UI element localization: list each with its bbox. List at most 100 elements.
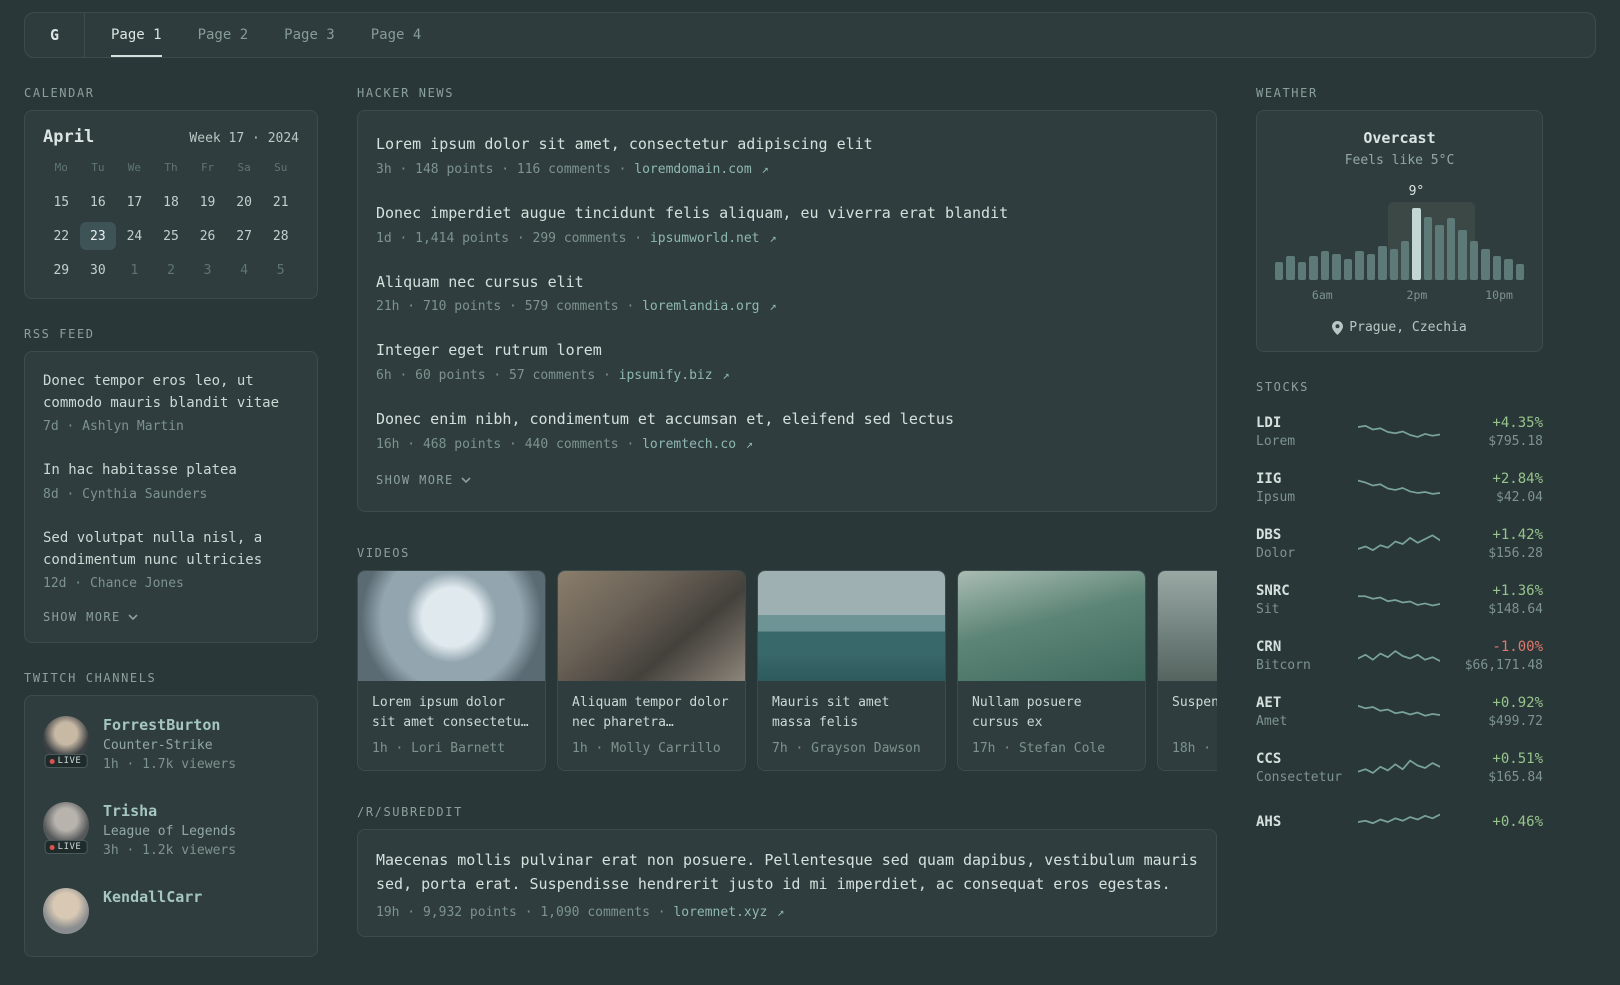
hn-item-title[interactable]: Donec enim nibh, condimentum et accumsan…	[376, 409, 1198, 431]
stock-row[interactable]: IIG Ipsum +2.84% $42.04	[1256, 460, 1543, 516]
stock-change: -1.00%	[1492, 639, 1543, 655]
rss-item-meta: 7d · Ashlyn Martin	[43, 419, 184, 435]
stock-symbol: IIG	[1256, 471, 1282, 487]
stock-symbol: AET	[1256, 695, 1282, 711]
channel-game: Counter-Strike	[103, 738, 213, 754]
hn-item-meta: 6h · 60 points · 57 comments ·	[376, 368, 619, 383]
calendar-date: 2	[167, 262, 175, 278]
stock-row[interactable]: CRN Bitcorn -1.00% $66,171.48	[1256, 628, 1543, 684]
hn-item: Donec enim nibh, condimentum et accumsan…	[376, 396, 1198, 465]
video-thumbnail[interactable]	[758, 570, 945, 681]
calendar-date: 29	[53, 262, 70, 278]
video-card[interactable]: Aliquam tempor dolor nec pharetra… 1h · …	[557, 569, 746, 772]
stock-price: $499.72	[1488, 714, 1543, 729]
stock-name: Dolor	[1256, 546, 1296, 561]
reddit-post-domain-link[interactable]: loremnet.xyz	[673, 905, 767, 920]
stock-sparkline	[1358, 424, 1440, 438]
rss-show-more-button[interactable]: SHOW MORE	[43, 604, 138, 636]
stock-row[interactable]: LDI Lorem +4.35% $795.18	[1256, 404, 1543, 460]
rss-item-title[interactable]: Sed volutpat nulla nisl, a condimentum n…	[43, 528, 299, 571]
video-card[interactable]: Suspendis diam 18h · Tara	[1157, 569, 1217, 772]
channel-name[interactable]: KendallCarr	[103, 888, 202, 906]
hn-item-domain-link[interactable]: ipsumworld.net	[650, 231, 760, 246]
app-logo[interactable]: G	[25, 13, 85, 57]
hn-item-title[interactable]: Aliquam nec cursus elit	[376, 272, 1198, 294]
calendar-date: 19	[199, 194, 216, 210]
video-card[interactable]: Nullam posuere cursus ex 17h · Stefan Co…	[957, 569, 1146, 772]
stocks-widget: STOCKS LDI Lorem +4.35% $795.18 IIG Ipsu…	[1256, 380, 1543, 848]
subreddit-widget-title: /R/SUBREDDIT	[357, 805, 463, 820]
video-meta: 1h · Molly Carrillo	[572, 741, 721, 757]
weekday-label: Tu	[91, 161, 105, 174]
video-thumbnail[interactable]	[558, 570, 745, 681]
video-title[interactable]: Lorem ipsum dolor sit amet consectetu…	[372, 693, 531, 733]
twitch-channel-row[interactable]: LIVE ForrestBurton Counter-Strike 1h · 1…	[43, 702, 299, 788]
stock-change: +1.36%	[1492, 583, 1543, 599]
rss-item: Sed volutpat nulla nisl, a condimentum n…	[43, 515, 299, 604]
video-card[interactable]: Mauris sit amet massa felis 7h · Grayson…	[757, 569, 946, 772]
reddit-post-meta: 19h · 9,932 points · 1,090 comments ·	[376, 905, 674, 921]
videos-row: Lorem ipsum dolor sit amet consectetu… 1…	[357, 569, 1217, 772]
show-more-label: SHOW MORE	[376, 472, 454, 487]
calendar-date: 25	[163, 228, 179, 244]
channel-meta: 1h · 1.7k viewers	[103, 757, 237, 773]
stock-row[interactable]: DBS Dolor +1.42% $156.28	[1256, 516, 1543, 572]
stock-price: $165.84	[1488, 770, 1543, 785]
current-temp-label: 9°	[1408, 184, 1425, 199]
twitch-channel-row[interactable]: KendallCarr	[43, 874, 299, 950]
live-badge: LIVE	[44, 840, 88, 855]
hn-item-domain-link[interactable]: loremdomain.com	[634, 162, 751, 177]
stock-sparkline	[1358, 595, 1440, 607]
hn-item-title[interactable]: Integer eget rutrum lorem	[376, 340, 1198, 362]
hn-item-title[interactable]: Lorem ipsum dolor sit amet, consectetur …	[376, 134, 1198, 156]
video-thumbnail[interactable]	[358, 570, 545, 681]
hn-item-domain-link[interactable]: ipsumify.biz	[619, 368, 713, 383]
video-title[interactable]: Nullam posuere cursus ex	[972, 693, 1131, 733]
weather-bars	[1275, 208, 1524, 280]
stock-sparkline	[1358, 534, 1440, 552]
hn-item-domain-link[interactable]: loremtech.co	[642, 437, 736, 452]
rss-item-title[interactable]: Donec tempor eros leo, ut commodo mauris…	[43, 371, 299, 414]
subreddit-widget: /R/SUBREDDIT Maecenas mollis pulvinar er…	[357, 805, 1217, 938]
hn-item-meta: 21h · 710 points · 579 comments ·	[376, 299, 643, 315]
twitch-channel-row[interactable]: LIVE Trisha League of Legends 3h · 1.2k …	[43, 788, 299, 874]
video-title[interactable]: Aliquam tempor dolor nec pharetra…	[572, 693, 731, 733]
calendar-date: 27	[236, 228, 252, 244]
channel-name[interactable]: ForrestBurton	[103, 716, 236, 734]
stock-row[interactable]: CCS Consectetur +0.51% $165.84	[1256, 740, 1543, 796]
video-card[interactable]: Lorem ipsum dolor sit amet consectetu… 1…	[357, 569, 546, 772]
weather-widget: WEATHER Overcast Feels like 5°C 9° 6am 2…	[1256, 86, 1543, 352]
hn-item-domain-link[interactable]: loremlandia.org	[642, 299, 759, 314]
hn-show-more-button[interactable]: SHOW MORE	[376, 465, 471, 501]
weather-feels-like: Feels like 5°C	[1344, 153, 1455, 168]
tab-page-4[interactable]: Page 4	[371, 13, 422, 57]
weather-time-labels: 6am 2pm 10pm	[1275, 288, 1524, 306]
rss-item-meta: 8d · Cynthia Saunders	[43, 487, 208, 503]
stock-row[interactable]: AHS +0.46%	[1256, 796, 1543, 848]
tab-page-1[interactable]: Page 1	[111, 13, 162, 57]
stock-row[interactable]: AET Amet +0.92% $499.72	[1256, 684, 1543, 740]
external-link-icon: ↗	[777, 905, 785, 920]
video-title[interactable]: Suspendis diam	[1172, 693, 1217, 733]
chevron-down-icon	[461, 477, 471, 483]
stock-name: Bitcorn	[1256, 658, 1311, 673]
hn-item-title[interactable]: Donec imperdiet augue tincidunt felis al…	[376, 203, 1198, 225]
video-title[interactable]: Mauris sit amet massa felis	[772, 693, 931, 733]
video-thumbnail[interactable]	[958, 570, 1145, 681]
stock-row[interactable]: SNRC Sit +1.36% $148.64	[1256, 572, 1543, 628]
weekday-label: We	[127, 161, 142, 174]
tab-page-2[interactable]: Page 2	[198, 13, 249, 57]
calendar-date-selected: 23	[79, 222, 117, 250]
tab-page-3[interactable]: Page 3	[284, 13, 335, 57]
calendar-date: 15	[53, 194, 70, 210]
weekday-label: Su	[274, 161, 288, 174]
calendar-date: 4	[240, 262, 249, 278]
reddit-post-text[interactable]: Maecenas mollis pulvinar erat non posuer…	[376, 848, 1198, 896]
stock-change: +1.42%	[1492, 527, 1543, 543]
video-thumbnail[interactable]	[1158, 570, 1217, 681]
stock-sparkline	[1358, 704, 1440, 717]
time-label: 10pm	[1485, 288, 1513, 302]
rss-item-title[interactable]: In hac habitasse platea	[43, 460, 299, 482]
calendar-date: 30	[90, 262, 106, 278]
channel-name[interactable]: Trisha	[103, 802, 236, 820]
